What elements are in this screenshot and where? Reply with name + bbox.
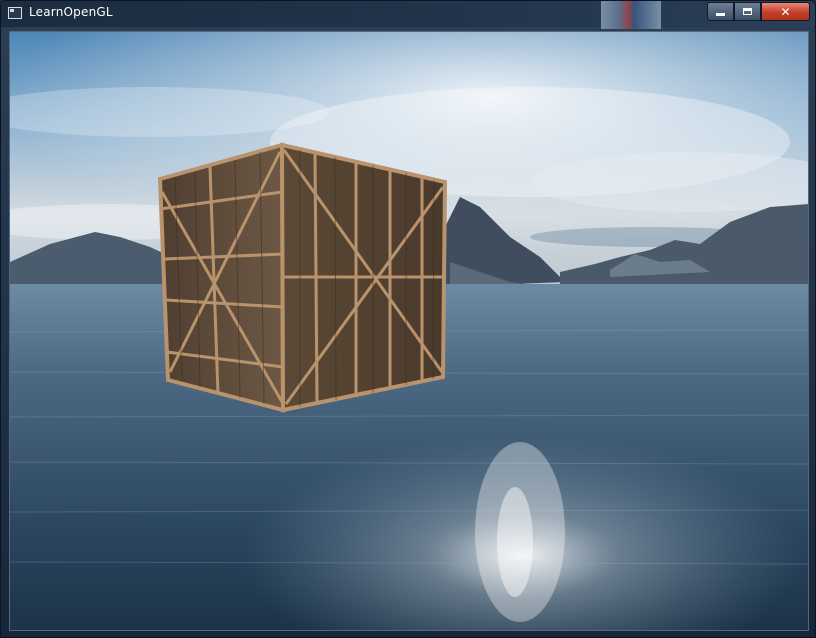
close-icon: ✕ — [780, 4, 791, 19]
app-window: LearnOpenGL ✕ — [0, 0, 816, 638]
maximize-button[interactable] — [734, 2, 761, 21]
maximize-icon — [743, 8, 752, 15]
rendered-scene — [10, 32, 808, 630]
wooden-crate — [157, 142, 448, 413]
minimize-icon — [716, 13, 725, 16]
window-app-icon[interactable] — [8, 7, 22, 19]
opengl-viewport[interactable] — [9, 31, 809, 631]
title-bar[interactable]: LearnOpenGL ✕ — [1, 1, 815, 29]
close-button[interactable]: ✕ — [761, 2, 810, 21]
minimize-button[interactable] — [707, 2, 734, 21]
window-title: LearnOpenGL — [29, 5, 113, 19]
background-taskbar-peek — [601, 1, 661, 29]
